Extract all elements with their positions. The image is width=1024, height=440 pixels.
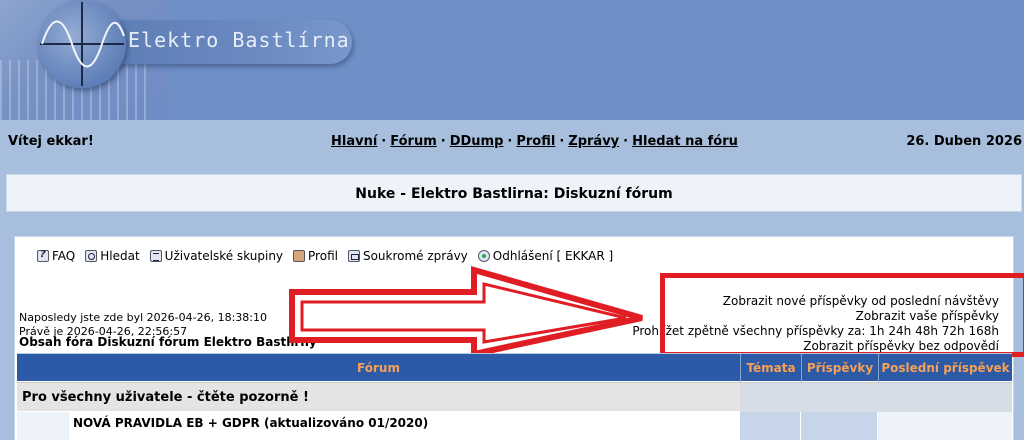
forum-name-link[interactable]: NOVÁ PRAVIDLA EB + GDPR (aktualizováno 0… [73, 416, 428, 430]
nav-link-forum[interactable]: Fórum [390, 134, 437, 149]
search-link[interactable]: Hledat [85, 249, 140, 263]
last-visit-text: Naposledy jste zde byl 2026-04-26, 18:38… [19, 311, 267, 324]
nav-link-zpravy[interactable]: Zprávy [568, 134, 619, 149]
category-row: Pro všechny uživatele - čtěte pozorně ! [17, 382, 1012, 412]
main-nav: Hlavní · Fórum · DDump · Profil · Zprávy · Hledat … [331, 134, 738, 149]
nav-separator: · [381, 134, 387, 149]
board-index-title[interactable]: Obsah fóra Diskuzní fórum Elektro Bastlí… [19, 335, 317, 349]
col-header-topics: Témata [740, 354, 801, 382]
col-header-last-post: Poslední příspěvek [878, 354, 1012, 382]
page-title-box: Nuke - Elektro Bastlirna: Diskuzní fórum [6, 174, 1022, 212]
last-post-cell [878, 412, 1012, 440]
posts-cell [801, 412, 877, 440]
nav-link-ddump[interactable]: DDump [450, 134, 504, 149]
search-label: Hledat [100, 249, 140, 263]
faq-label: FAQ [52, 249, 76, 263]
nav-separator: · [559, 134, 565, 149]
usergroups-label: Uživatelské skupiny [164, 249, 284, 263]
category-row-filler [740, 383, 1012, 412]
nav-link-hlavni[interactable]: Hlavní [331, 134, 377, 149]
annotation-arrow [289, 266, 643, 358]
search-icon [85, 250, 98, 262]
faq-link[interactable]: FAQ [37, 249, 75, 263]
col-header-forum: Fórum [357, 361, 400, 375]
category-title[interactable]: Pro všechny uživatele - čtěte pozorně ! [22, 390, 309, 405]
list-icon [149, 250, 162, 262]
nav-separator: · [507, 134, 513, 149]
col-header-posts: Příspěvky [801, 354, 878, 382]
page-title: Nuke - Elektro Bastlirna: Diskuzní fórum [355, 186, 673, 202]
top-navbar: Vítej ekkar! Hlavní · Fórum · DDump · Profil · Z… [0, 120, 1024, 164]
topics-cell [740, 412, 800, 440]
nav-link-profil[interactable]: Profil [516, 134, 555, 149]
site-banner: Elektro Bastlírna [0, 0, 1024, 120]
forum-status-icon [17, 412, 69, 440]
nav-separator: · [440, 134, 446, 149]
welcome-text: Vítej ekkar! [8, 134, 94, 149]
nav-separator: · [623, 134, 629, 149]
forum-table-header: Fórum Témata Příspěvky Poslední příspěve… [17, 353, 1012, 382]
site-logo-text[interactable]: Elektro Bastlírna [128, 28, 350, 52]
help-icon [37, 249, 49, 262]
logo-oscilloscope-icon [38, 0, 126, 88]
table-row: NOVÁ PRAVIDLA EB + GDPR (aktualizováno 0… [17, 412, 1012, 440]
nav-link-hledat[interactable]: Hledat na fóru [632, 134, 738, 149]
current-date: 26. Duben 2026 [906, 134, 1022, 149]
highlight-box [660, 273, 1024, 357]
usergroups-link[interactable]: Uživatelské skupiny [149, 249, 284, 263]
